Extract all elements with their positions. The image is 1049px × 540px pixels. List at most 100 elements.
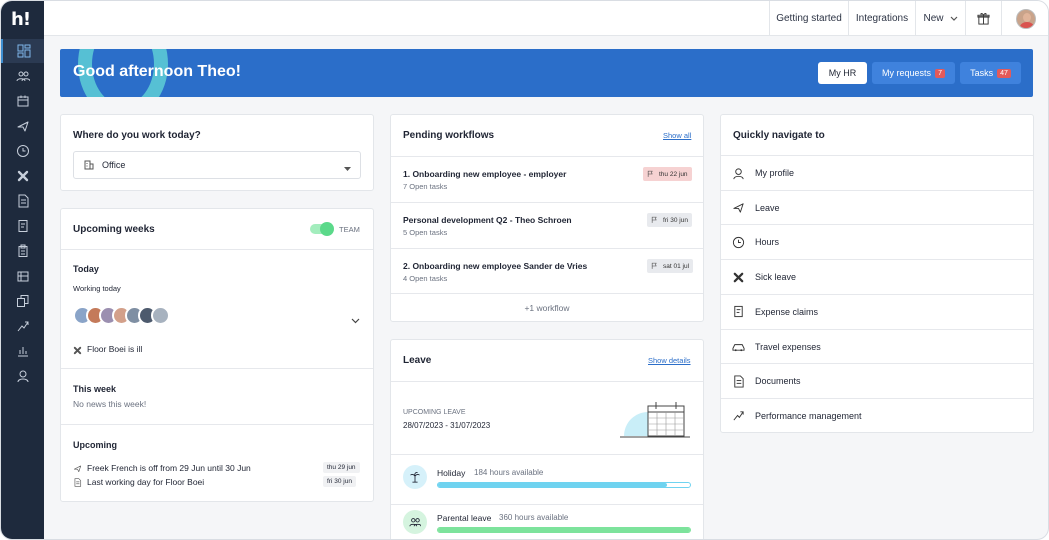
quick-nav-sick-leave[interactable]: Sick leave [721,259,1033,294]
my-hr-label: My HR [828,68,857,78]
sidebar-item-dashboard[interactable] [1,39,44,63]
workflow-item[interactable]: 1. Onboarding new employee - employer 7 O… [391,157,703,202]
reports-icon [16,269,30,283]
gift-button[interactable] [965,1,1001,36]
welcome-banner: Good afternoon Theo! My HR My requests 7 … [60,49,1033,97]
show-details-link[interactable]: Show details [648,356,691,365]
leave-card: Leave Show details UPCOMING LEAVE 28/07/… [390,339,704,539]
upcoming-leave-label: UPCOMING LEAVE [403,409,466,416]
plane-icon [73,464,82,473]
profile-button[interactable] [1001,1,1048,36]
upcoming-heading: Upcoming [73,440,117,450]
sidebar-item-plane[interactable] [1,114,44,138]
quick-nav-label: Leave [755,202,780,213]
team-toggle-label: TEAM [339,225,360,234]
work-location-card: Where do you work today? Office [60,114,374,191]
people-icon [16,69,30,83]
integrations-button[interactable]: Integrations [848,1,915,36]
quick-nav-hours[interactable]: Hours [721,224,1033,259]
performance-icon [16,319,30,333]
clock-icon [16,144,30,158]
sidebar-item-document[interactable] [1,189,44,213]
sidebar-item-clock[interactable] [1,139,44,163]
chart-icon [16,344,30,358]
sidebar-item-copy[interactable] [1,289,44,313]
more-workflows-link[interactable]: +1 workflow [391,303,703,313]
workflows-card: Pending workflows Show all +1 workflow 1… [390,114,704,322]
sidebar-item-people[interactable] [1,64,44,88]
divider [61,424,373,425]
avatar [151,306,170,325]
due-date-label: sat 01 jul [663,262,690,270]
performance-icon [721,409,755,422]
due-date-label: thu 22 jun [659,170,688,178]
flag-icon [647,170,655,178]
workflow-title: Personal development Q2 - Theo Schroen [403,215,572,225]
my-hr-button[interactable]: My HR [818,62,867,84]
divider [391,504,703,505]
quick-nav-label: Sick leave [755,272,797,283]
quick-nav-card: Quickly navigate to My profile Leave Hours… [720,114,1034,433]
car-icon [721,340,755,353]
flag-icon [651,216,659,224]
quick-nav-leave[interactable]: Leave [721,189,1033,225]
quick-nav-label: Documents [755,376,801,387]
working-today-avatars[interactable] [73,306,183,328]
receipt-icon [721,305,755,318]
working-today-label: Working today [73,284,121,293]
building-icon [84,160,94,170]
chevron-down-icon [950,16,957,21]
tasks-button[interactable]: Tasks 47 [960,62,1021,84]
sidebar-item-user[interactable] [1,364,44,388]
getting-started-button[interactable]: Getting started [769,1,848,36]
new-dropdown[interactable]: New [915,1,965,36]
sidebar-item-chart[interactable] [1,339,44,363]
team-toggle[interactable] [310,222,334,236]
workflow-item[interactable]: 2. Onboarding new employee Sander de Vri… [391,249,703,294]
sidebar-item-receipt[interactable] [1,214,44,238]
quick-nav-expense-claims[interactable]: Expense claims [721,293,1033,329]
workflows-title: Pending workflows [403,130,495,141]
leave-progress-track [437,482,691,488]
divider [61,368,373,369]
my-requests-button[interactable]: My requests 7 [872,62,955,84]
today-heading: Today [73,264,99,274]
bandage-icon [721,271,755,284]
copy-icon [16,294,30,308]
this-week-text: No news this week! [73,399,147,409]
sidebar-item-reports[interactable] [1,264,44,288]
document-icon [73,478,82,487]
clock-icon [721,236,755,249]
leave-progress-fill [438,483,668,487]
workflow-item[interactable]: Personal development Q2 - Theo Schroen 5 … [391,203,703,248]
due-date-badge: fri 30 jun [647,213,692,227]
quick-nav-documents[interactable]: Documents [721,363,1033,398]
quick-nav-travel-expenses[interactable]: Travel expenses [721,328,1033,364]
top-bar: Getting started Integrations New [44,1,1048,36]
avatar [1016,8,1036,29]
sidebar-item-calendar[interactable] [1,89,44,113]
divider [61,249,373,250]
new-label: New [923,13,944,24]
chevron-down-icon[interactable] [351,313,360,327]
plane-icon [16,119,30,133]
quick-nav-my-profile[interactable]: My profile [721,155,1033,190]
sidebar-item-performance[interactable] [1,314,44,338]
quick-nav-performance-management[interactable]: Performance management [721,397,1033,433]
due-date-badge: sat 01 jul [647,259,694,273]
work-location-value: Office [102,160,126,170]
quick-nav-label: Performance management [755,410,862,421]
app-logo[interactable]: h! [11,9,31,30]
sidebar-item-bandage[interactable] [1,164,44,188]
quick-nav-label: Travel expenses [755,341,821,352]
workflow-subtitle: 7 Open tasks [403,182,448,191]
tasks-label: Tasks [970,68,994,78]
leave-progress-fill [438,528,690,532]
quick-nav-label: Hours [755,237,780,248]
sidebar-item-clipboard[interactable] [1,239,44,263]
workflow-subtitle: 5 Open tasks [403,228,448,237]
work-location-title: Where do you work today? [73,130,201,141]
upcoming-weeks-title: Upcoming weeks [73,224,155,235]
show-all-link[interactable]: Show all [663,131,691,140]
work-location-select[interactable]: Office [73,151,361,179]
